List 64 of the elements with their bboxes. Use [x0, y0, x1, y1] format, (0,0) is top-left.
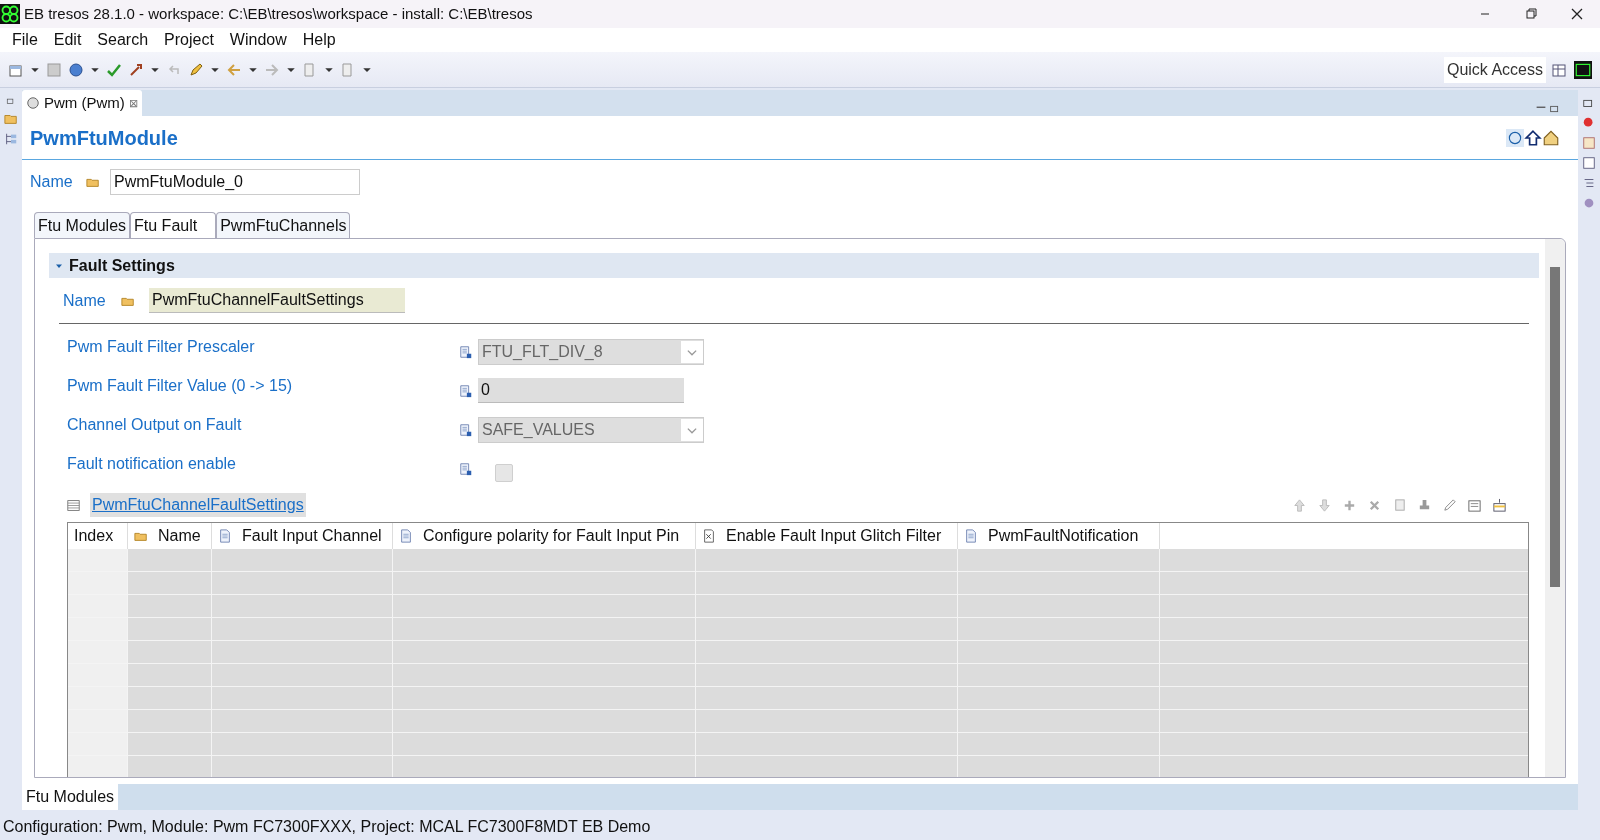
section-title: Fault Settings — [69, 255, 175, 276]
tree-icon[interactable] — [4, 132, 18, 146]
insert-row-icon[interactable] — [1492, 497, 1507, 513]
parameter-icon — [459, 461, 473, 476]
menu-item[interactable]: Edit — [45, 28, 90, 52]
back-arrow-icon[interactable] — [226, 61, 242, 78]
column-header-label: Index — [74, 526, 114, 546]
perspective-icon[interactable] — [1574, 60, 1592, 79]
section-header[interactable]: Fault Settings — [49, 253, 1539, 278]
open-perspective-icon[interactable] — [1552, 61, 1568, 78]
editor-tab-label: Pwm (Pwm) — [44, 92, 125, 113]
tab[interactable]: Ftu Fault — [130, 212, 217, 238]
scrollbar-thumb[interactable] — [1550, 267, 1560, 587]
document-icon — [964, 529, 978, 543]
parameter-icon — [459, 344, 473, 359]
outline-icon[interactable] — [1582, 176, 1596, 190]
window-icon[interactable] — [1582, 156, 1596, 170]
pencil-icon[interactable] — [1442, 497, 1457, 513]
vertical-scrollbar[interactable] — [1545, 239, 1565, 777]
move-up-icon[interactable] — [1292, 497, 1307, 513]
name-label: Name — [30, 172, 74, 192]
menu-item[interactable]: Window — [221, 28, 295, 52]
app-logo-icon — [0, 4, 20, 24]
column-header-label: PwmFaultNotification — [988, 526, 1139, 546]
restore-icon[interactable] — [6, 96, 16, 106]
parameter-label: Pwm Fault Filter Prescaler — [67, 337, 256, 357]
move-down-icon[interactable] — [1317, 497, 1332, 513]
menu-item[interactable]: Project — [156, 28, 222, 52]
menu-item[interactable]: Help — [294, 28, 344, 52]
column-header-label: Name — [158, 526, 201, 546]
table-title-link[interactable]: PwmFtuChannelFaultSettings — [90, 493, 306, 517]
quick-access-field[interactable]: Quick Access — [1443, 56, 1546, 83]
window-title: EB tresos 28.1.0 - workspace: C:\EB\tresos\workspace - install: C:\EB\tresos — [24, 3, 533, 24]
dropdown-value: FTU_FLT_DIV_8 — [481, 341, 604, 362]
editor-tab[interactable]: Pwm (Pwm) ⊠ — [22, 90, 142, 116]
page-heading: PwmFtuModule — [30, 125, 178, 151]
up-arrow-icon[interactable] — [1524, 128, 1542, 147]
parameter-label: Pwm Fault Filter Value (0 -> 15) — [67, 376, 294, 396]
parameter-label: Channel Output on Fault — [67, 415, 243, 435]
tab[interactable]: PwmFtuChannels — [216, 212, 351, 238]
menu-item[interactable]: Search — [89, 28, 157, 52]
edit-table-icon[interactable] — [1467, 497, 1482, 513]
column-header-label: Configure polarity for Fault Input Pin — [423, 526, 680, 546]
name-field[interactable]: PwmFtuModule_0 — [110, 169, 360, 195]
close-tab-icon[interactable]: ⊠ — [128, 94, 138, 112]
pencil-icon[interactable] — [188, 61, 204, 78]
parameter-icon — [459, 383, 473, 398]
document-icon — [218, 529, 232, 543]
tab[interactable]: Ftu Modules — [34, 212, 131, 238]
menu-item[interactable]: File — [4, 28, 46, 52]
folders-icon[interactable] — [4, 112, 18, 126]
parameter-icon — [459, 422, 473, 437]
dropdown-value: SAFE_VALUES — [481, 419, 596, 440]
name-label: Name — [63, 290, 107, 311]
home-icon[interactable] — [1542, 128, 1560, 147]
column-header-label: Fault Input Channel — [242, 526, 382, 546]
column-header-label: Enable Fault Input Glitch Filter — [726, 526, 942, 546]
table-icon — [67, 498, 80, 512]
tab[interactable]: Ftu Modules — [22, 784, 119, 810]
status-bar-text: Configuration: Pwm, Module: Pwm FC7300FXXX, Project: MCAL FC7300F8MDT EB Demo — [3, 817, 651, 837]
document-icon — [399, 529, 413, 543]
parameter-label: Fault notification enable — [67, 454, 237, 474]
name-field[interactable]: PwmFtuChannelFaultSettings — [149, 288, 405, 313]
checkbox-document-icon — [702, 529, 716, 543]
